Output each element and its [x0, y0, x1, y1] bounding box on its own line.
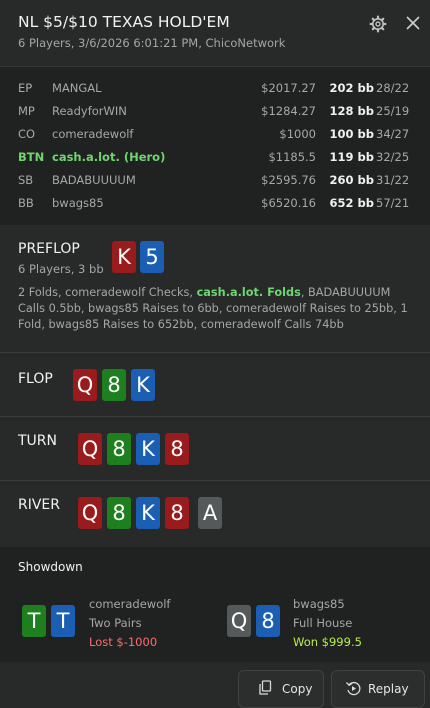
player-name: bwags85 — [52, 196, 104, 210]
board-card: Q — [78, 433, 102, 465]
player-stats: 32/25 — [376, 150, 410, 164]
board-card: K — [131, 369, 155, 401]
flop-section: FLOP Q 8 K — [0, 353, 430, 417]
player-stack-bb: 119 bb — [329, 150, 374, 164]
player-stack: $2017.27 — [261, 81, 316, 95]
replay-label: Replay — [368, 682, 409, 696]
player-position: BB — [18, 196, 34, 210]
replay-button[interactable]: Replay — [331, 670, 425, 708]
turn-title: TURN — [18, 433, 57, 449]
player-position: SB — [18, 173, 34, 187]
showdown-card: Q — [227, 605, 251, 637]
player-stack: $1000 — [279, 127, 316, 141]
player-stack-bb: 202 bb — [329, 81, 374, 95]
hand-title: NL $5/$10 TEXAS HOLD'EM — [18, 13, 230, 31]
player-stack: $1185.5 — [268, 150, 316, 164]
player-position: BTN — [18, 150, 45, 164]
player-stack-bb: 652 bb — [329, 196, 374, 210]
player-row: BB bwags85 $6520.16 652 bb 57/21 — [0, 192, 430, 214]
preflop-actions: 2 Folds, comeradewolf Checks, cash.a.lot… — [18, 285, 418, 333]
player-stack: $1284.27 — [261, 104, 316, 118]
gear-icon[interactable] — [368, 14, 388, 34]
showdown-card: T — [22, 605, 46, 637]
player-row: CO comeradewolf $1000 100 bb 34/27 — [0, 123, 430, 145]
hero-action: cash.a.lot. Folds — [196, 286, 301, 299]
player-position: MP — [18, 104, 35, 118]
board-card: Q — [73, 369, 97, 401]
player-stack: $6520.16 — [261, 196, 316, 210]
river-section: RIVER Q 8 K 8 A — [0, 481, 430, 548]
player-stats: 25/19 — [376, 104, 410, 118]
river-title: RIVER — [18, 497, 61, 513]
board-card: K — [136, 497, 160, 529]
player-row: SB BADABUUUUM $2595.76 260 bb 31/22 — [0, 169, 430, 191]
player-row-hero: BTN cash.a.lot. (Hero) $1185.5 119 bb 32… — [0, 146, 430, 168]
footer-bar: Copy Replay — [0, 662, 430, 708]
hand-header: NL $5/$10 TEXAS HOLD'EM 6 Players, 3/6/2… — [0, 0, 430, 66]
showdown-result: Won $999.5 — [293, 635, 362, 649]
copy-label: Copy — [282, 682, 313, 696]
board-card: 8 — [107, 497, 131, 529]
player-stack: $2595.76 — [261, 173, 316, 187]
close-icon[interactable] — [403, 13, 423, 33]
showdown-hand-rank: Two Pairs — [89, 616, 142, 630]
showdown-title: Showdown — [18, 560, 83, 574]
copy-icon — [259, 680, 272, 695]
showdown-card: T — [51, 605, 75, 637]
showdown-player-name: comeradewolf — [89, 597, 171, 611]
showdown-hand-rank: Full House — [293, 616, 353, 630]
showdown-section: Showdown T T comeradewolf Two Pairs Lost… — [0, 547, 430, 662]
player-name: cash.a.lot. (Hero) — [52, 150, 166, 164]
turn-section: TURN Q 8 K 8 — [0, 417, 430, 481]
board-card: 8 — [165, 497, 189, 529]
player-name: ReadyforWIN — [52, 104, 127, 118]
player-stats: 34/27 — [376, 127, 410, 141]
player-stack-bb: 128 bb — [329, 104, 374, 118]
player-stack-bb: 260 bb — [329, 173, 374, 187]
board-card: Q — [78, 497, 102, 529]
board-card: 8 — [107, 433, 131, 465]
hero-card: K — [112, 241, 136, 273]
hero-card: 5 — [140, 241, 164, 273]
player-stats: 28/22 — [376, 81, 410, 95]
player-position: CO — [18, 127, 36, 141]
player-row: EP MANGAL $2017.27 202 bb 28/22 — [0, 77, 430, 99]
actions-text: 2 Folds, comeradewolf Checks, — [18, 286, 197, 299]
board-card: A — [198, 497, 222, 529]
player-name: comeradewolf — [52, 127, 134, 141]
player-row: MP ReadyforWIN $1284.27 128 bb 25/19 — [0, 100, 430, 122]
hand-subtitle: 6 Players, 3/6/2026 6:01:21 PM, ChicoNet… — [18, 36, 286, 50]
preflop-section: PREFLOP 6 Players, 3 bb K 5 2 Folds, com… — [0, 225, 430, 353]
player-name: MANGAL — [52, 81, 102, 95]
player-name: BADABUUUUM — [52, 173, 136, 187]
showdown-player-name: bwags85 — [293, 597, 345, 611]
showdown-card: 8 — [256, 605, 280, 637]
replay-icon — [346, 681, 361, 696]
player-stats: 57/21 — [376, 196, 410, 210]
player-position: EP — [18, 81, 33, 95]
preflop-title: PREFLOP — [18, 241, 80, 257]
flop-title: FLOP — [18, 371, 53, 387]
board-card: 8 — [165, 433, 189, 465]
player-stack-bb: 100 bb — [329, 127, 374, 141]
player-stats: 31/22 — [376, 173, 410, 187]
showdown-result: Lost $-1000 — [89, 635, 158, 649]
preflop-subtitle: 6 Players, 3 bb — [18, 262, 104, 276]
players-table: EP MANGAL $2017.27 202 bb 28/22 MP Ready… — [0, 66, 430, 226]
board-card: K — [136, 433, 160, 465]
board-card: 8 — [102, 369, 126, 401]
copy-button[interactable]: Copy — [238, 670, 324, 708]
